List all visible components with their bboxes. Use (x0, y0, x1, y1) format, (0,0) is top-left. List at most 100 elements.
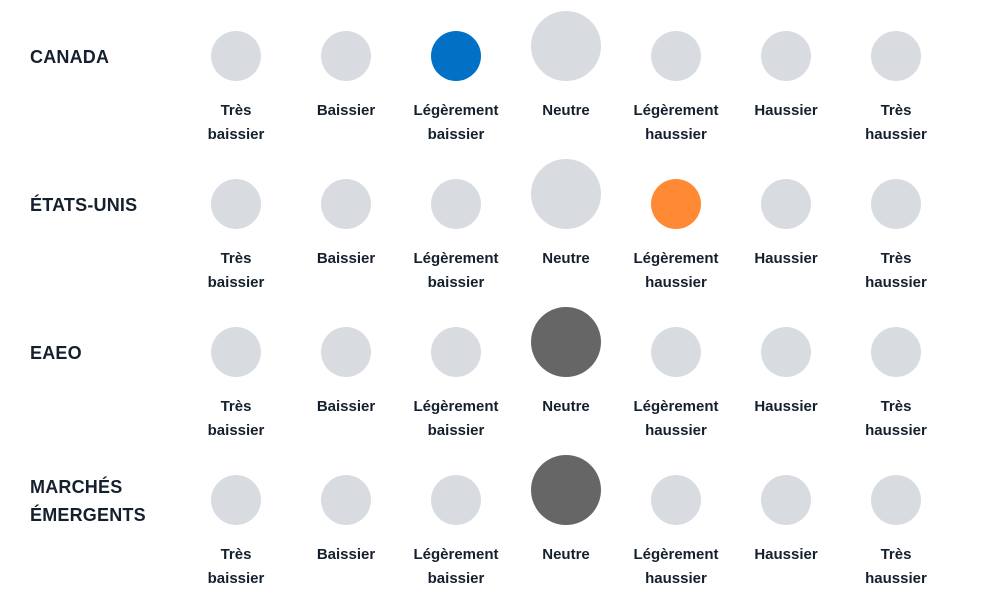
scale-option-label-line: baissier (207, 570, 265, 587)
indicator-dot (651, 475, 701, 525)
scale-option-label: Légèrement haussier (621, 395, 731, 443)
indicator-dot (431, 327, 481, 377)
scale-option: Légèrement haussier (621, 0, 731, 148)
scale-option-label-line: haussier (645, 274, 707, 291)
scale-option: Haussier (731, 0, 841, 148)
scale-option-label: Haussier (731, 99, 841, 123)
scale-option: Très baissier (181, 444, 291, 592)
scale-option-label: Haussier (731, 395, 841, 419)
indicator-dot (761, 179, 811, 229)
region-row: ÉTATS-UNIS Très baissier Baissier Légèrement… (0, 148, 985, 296)
scale-option-label: Très baissier (181, 247, 291, 295)
scale-option-label: Très baissier (181, 99, 291, 147)
region-name: EAEO (30, 339, 82, 367)
scale-option: Baissier (291, 148, 401, 296)
region-name: ÉTATS-UNIS (30, 191, 137, 219)
region-name: CANADA (30, 43, 109, 71)
scale-option: Très baissier (181, 296, 291, 444)
scale-option: Légèrement haussier (621, 296, 731, 444)
scale-option-label-line: haussier (865, 422, 927, 439)
scale-option: Légèrement baissier (401, 296, 511, 444)
scale-option-label-line: Légèrement (633, 546, 719, 563)
scale-option-label: Légèrement haussier (621, 247, 731, 295)
scale-option: Très haussier (841, 0, 951, 148)
scale-option-label-line: Légèrement (633, 250, 719, 267)
scale-option: Neutre (511, 148, 621, 296)
scale-option-label: Haussier (731, 543, 841, 567)
scale-option-label: Haussier (731, 247, 841, 271)
scale-option-label: Baissier (291, 247, 401, 271)
scale-option-label-line: baissier (207, 126, 265, 143)
indicator-dot (211, 327, 261, 377)
scale-option: Légèrement baissier (401, 0, 511, 148)
scale-option-label: Très haussier (841, 543, 951, 591)
indicator-dot (651, 31, 701, 81)
indicator-dot (321, 327, 371, 377)
scale-option-label: Très baissier (181, 395, 291, 443)
scale-option-label: Légèrement haussier (621, 543, 731, 591)
scale-option-label-line: Légèrement (633, 398, 719, 415)
region-row: EAEO Très baissier Baissier Légèrement baissi… (0, 296, 985, 444)
scale-option: Haussier (731, 444, 841, 592)
scale-option-label: Très haussier (841, 247, 951, 295)
selected-indicator-dot (531, 307, 601, 377)
region-row: CANADA Très baissier Baissier Légèrement bais… (0, 0, 985, 148)
scale-option-label-line: Très (220, 250, 252, 267)
indicator-dot (321, 475, 371, 525)
indicator-dot (761, 327, 811, 377)
scale-option-label-line: Très (220, 398, 252, 415)
scale-option-label-line: Très (880, 398, 912, 415)
scale-option-label: Légèrement baissier (401, 247, 511, 295)
indicator-dot (761, 31, 811, 81)
scale-option-label-line: baissier (207, 274, 265, 291)
scale-option-label-line: baissier (207, 422, 265, 439)
scale-option: Très haussier (841, 444, 951, 592)
indicator-dot (321, 179, 371, 229)
scale-option-label-line: Très (220, 102, 252, 119)
region-name-line: EAEO (30, 343, 82, 363)
indicator-dot (531, 159, 601, 229)
scale-option: Légèrement haussier (621, 148, 731, 296)
scale-option-label-line: Haussier (754, 546, 818, 563)
scale-option-label-line: Légèrement (413, 250, 499, 267)
scale-option: Très haussier (841, 148, 951, 296)
region-name-line: ÉMERGENTS (30, 505, 146, 525)
scale-option: Très baissier (181, 148, 291, 296)
scale-option-label-line: Très (880, 102, 912, 119)
scale-option: Neutre (511, 0, 621, 148)
indicator-dot (871, 179, 921, 229)
scale-option-label: Neutre (511, 99, 621, 123)
scale-option-label-line: Baissier (316, 102, 376, 119)
indicator-dot (871, 31, 921, 81)
indicator-dot (211, 31, 261, 81)
scale-option-label: Baissier (291, 395, 401, 419)
indicator-dot (321, 31, 371, 81)
scale-option-label-line: Neutre (542, 250, 590, 267)
indicator-dot (871, 475, 921, 525)
scale-option: Légèrement baissier (401, 444, 511, 592)
indicator-dot (871, 327, 921, 377)
scale-option-label: Baissier (291, 543, 401, 567)
scale-option: Neutre (511, 444, 621, 592)
scale-option-label-line: Très (880, 250, 912, 267)
scale-option-label-line: Légèrement (413, 398, 499, 415)
indicator-dot (761, 475, 811, 525)
scale-option-label-line: Légèrement (413, 546, 499, 563)
scale-option-label-line: haussier (865, 274, 927, 291)
scale-option-label-line: Légèrement (413, 102, 499, 119)
indicator-dot (431, 475, 481, 525)
scale-option: Baissier (291, 0, 401, 148)
scale-option-label-line: Haussier (754, 102, 818, 119)
scale-option: Baissier (291, 444, 401, 592)
selected-indicator-dot (431, 31, 481, 81)
scale-option-label: Baissier (291, 99, 401, 123)
scale-option-label: Neutre (511, 543, 621, 567)
indicator-dot (431, 179, 481, 229)
scale-option-label-line: Baissier (316, 398, 376, 415)
scale-option-label: Légèrement baissier (401, 543, 511, 591)
scale-option-label-line: Haussier (754, 250, 818, 267)
scale-option-label-line: Légèrement (633, 102, 719, 119)
region-name-line: ÉTATS-UNIS (30, 195, 138, 215)
scale-option-label-line: Neutre (542, 398, 590, 415)
selected-indicator-dot (531, 455, 601, 525)
